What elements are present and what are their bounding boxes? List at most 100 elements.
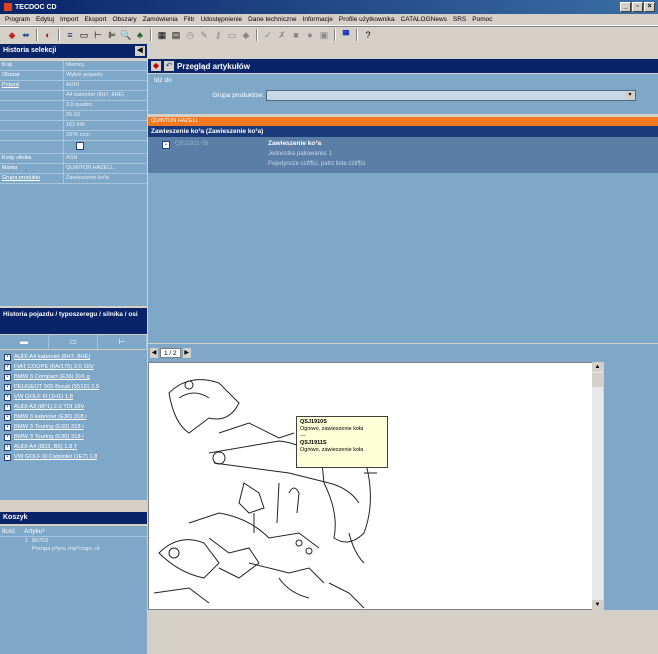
chart-icon[interactable]: ▣ (318, 29, 330, 41)
check-icon[interactable]: ✓ (262, 29, 274, 41)
menu-help[interactable]: Pomoc (469, 16, 495, 23)
menu-areas[interactable]: Obszary (109, 16, 139, 23)
chevron-down-icon[interactable]: ▾ (625, 91, 635, 100)
result-row[interactable]: • QSJ1911 06 Zawieszenie ko³a Jednostka … (148, 137, 658, 173)
tooltip-desc: Ogniwo, zawieszenie koła (300, 426, 364, 432)
app-icon (4, 3, 12, 11)
selection-link[interactable]: Grupa produktu (0, 174, 64, 184)
restore-button[interactable]: ▫ (632, 2, 643, 12)
menu-tech-data[interactable]: Dane techniczne (245, 16, 299, 23)
list-item[interactable]: • PEUGEOT 505 Break (551D) 2.5 (0, 382, 147, 392)
square-icon[interactable]: ■ (290, 29, 302, 41)
menu-orders[interactable]: Zamówienia (140, 16, 181, 23)
vehicle-history-header: Historia pojazdu / typoszeregu / silnika… (0, 308, 147, 334)
next-page-button[interactable]: ▶ (182, 348, 191, 358)
menu-catalognews[interactable]: CATALOGNews (398, 16, 450, 23)
selection-row: 05.03 (0, 111, 147, 121)
search-icon[interactable]: 🔍 (120, 29, 132, 41)
list-item[interactable]: • BMW 3 kabriolet (E30) 318 i (0, 412, 147, 422)
basket-article: 80703 (32, 538, 49, 544)
scroll-up-icon[interactable]: ▲ (592, 362, 603, 372)
edit-icon[interactable]: ✎ (198, 29, 210, 41)
selection-value: A4 kabriolet (8H7, 8HE) (64, 91, 147, 101)
list-item[interactable]: • BMW 3 Touring (E30) 318 i (0, 432, 147, 442)
selection-row: 2976 ccm (0, 131, 147, 141)
grid-icon[interactable]: ▦ (156, 29, 168, 41)
table-icon[interactable]: ▤ (170, 29, 182, 41)
brand-bar: QUINTON HAZELL (148, 117, 658, 126)
magnifier-icon[interactable]: • (162, 141, 170, 149)
list-item-label: VW GOLF III (1H1) 1.8 (14, 394, 73, 400)
menu-edit[interactable]: Edytuj (33, 16, 57, 23)
parts-diagram[interactable] (148, 362, 603, 610)
car-icon[interactable]: ◐ (42, 29, 54, 41)
list-item[interactable]: • AUDI A3 (8P1) 2.0 TDI 16V (0, 402, 147, 412)
menu-export[interactable]: Eksport (81, 16, 109, 23)
magnifier-icon: • (4, 383, 11, 391)
prev-page-button[interactable]: ◀ (150, 348, 158, 358)
selection-row: Pojazd AUDI (0, 81, 147, 91)
table-row[interactable]: Pompa p³ynu ma³'cego, ol (0, 545, 147, 553)
menu-info[interactable]: Informacje (300, 16, 336, 23)
cross-icon[interactable]: ✗ (276, 29, 288, 41)
basket-article: Pompa p³ynu ma³'cego, ol (32, 546, 100, 552)
article-packaging: Jednostka pakowania: 1 (268, 151, 333, 157)
list-item[interactable]: • BMW 3 Compact (E36) 316 g (0, 372, 147, 382)
selection-label (0, 121, 64, 131)
selection-value: ASN (64, 154, 147, 164)
axis-icon[interactable]: ⊢ (92, 29, 104, 41)
column-article[interactable]: Artyku³ (22, 526, 47, 536)
minimize-button[interactable]: _ (620, 2, 631, 12)
scroll-thumb[interactable] (592, 373, 603, 387)
group-icon[interactable]: ♣ (134, 29, 146, 41)
group-select[interactable]: ▾ (266, 90, 636, 101)
diagram-scrollbar[interactable]: ▲ ▼ (592, 362, 603, 610)
selection-value: 05.03 (64, 111, 147, 121)
help-icon[interactable]: ? (362, 29, 374, 41)
vehicle-details-icon[interactable] (76, 142, 84, 150)
collapse-arrow-icon[interactable]: ◀ (135, 46, 145, 56)
menu-share[interactable]: Udostępnienie (198, 16, 246, 23)
note-icon[interactable]: ▭ (226, 29, 238, 41)
list-item[interactable]: • VW GOLF III (1H1) 1.8 (0, 392, 147, 402)
menu-program[interactable]: Program (2, 16, 33, 23)
menu-filter[interactable]: Filtr (181, 16, 198, 23)
flag-icon[interactable]: ▀ (340, 29, 352, 41)
list-item[interactable]: • VW GOLF III Cabriolet (1E7) 1.8 (0, 452, 147, 462)
tab-engine-icon[interactable]: ▭ (49, 335, 98, 349)
selection-value: 2976 ccm (64, 131, 147, 141)
magnifier-icon: • (4, 443, 11, 451)
suspension-drawing (153, 379, 377, 609)
list-item[interactable]: • BMW 3 Touring (E30) 318 i (0, 422, 147, 432)
home-icon[interactable]: ◆ (151, 61, 161, 71)
tab-axle-icon[interactable]: ⊢ (98, 335, 147, 349)
article-number[interactable]: QSJ1911 06 (175, 141, 208, 147)
back-icon[interactable]: ↶ (164, 61, 174, 71)
diamond-icon[interactable]: ◆ (240, 29, 252, 41)
selection-link[interactable]: Pojazd (0, 81, 64, 91)
list-item[interactable]: • FIAT COUPE (FA/175) 2.0 16V (0, 362, 147, 372)
tooltip-divider: --- (300, 433, 306, 439)
tab-vehicle-icon[interactable]: ▬ (0, 335, 49, 349)
menu-import[interactable]: Import (57, 16, 81, 23)
column-qty[interactable]: Ilość (0, 526, 22, 536)
tooltip-code: QSJ1911S (300, 440, 327, 446)
list-item[interactable]: • AUDI A4 kabriolet (8H7, 8HE) (0, 352, 147, 362)
engine-icon[interactable]: ▭ (78, 29, 90, 41)
toolbar: ◆ ⬌ ◐ ≡ ▭ ⊢ ⊫ 🔍 ♣ ▦ ▤ ◷ ✎ ⚷ ▭ ◆ ✓ ✗ ■ ● … (0, 26, 658, 42)
menu-srs[interactable]: SRS (450, 16, 469, 23)
parts-icon[interactable]: ⊫ (106, 29, 118, 41)
list-item[interactable]: • AUDI A4 (8D2, B5) 1.8 T (0, 442, 147, 452)
key-icon[interactable]: ⚷ (212, 29, 224, 41)
axle-icon[interactable]: ≡ (64, 29, 76, 41)
scroll-down-icon[interactable]: ▼ (592, 600, 603, 610)
filter-icon[interactable]: ⬌ (20, 29, 32, 41)
clock-icon[interactable]: ◷ (184, 29, 196, 41)
menu-profiles[interactable]: Profile użytkownika (336, 16, 398, 23)
circle-icon[interactable]: ● (304, 29, 316, 41)
table-row[interactable]: 1 80703 (0, 537, 147, 545)
selection-value: QUINTON HAZELL (64, 164, 147, 174)
magnifier-icon: • (4, 373, 11, 381)
close-button[interactable]: × (644, 2, 655, 12)
home-icon[interactable]: ◆ (6, 29, 18, 41)
